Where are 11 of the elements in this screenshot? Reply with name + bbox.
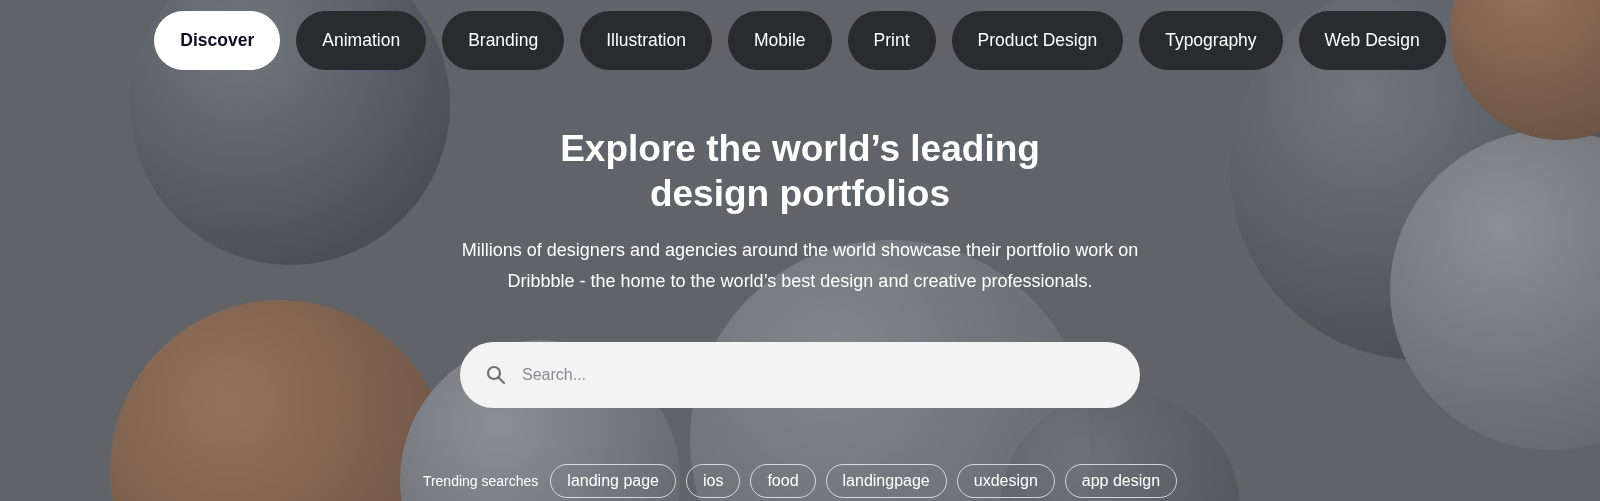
category-tab[interactable]: Illustration	[580, 11, 712, 70]
category-tab[interactable]: Discover	[154, 11, 281, 70]
category-tab[interactable]: Web Design	[1298, 11, 1446, 70]
category-tab[interactable]: Branding	[442, 11, 565, 70]
trending-label: Trending searches	[422, 473, 539, 489]
category-tab[interactable]: Typography	[1139, 11, 1283, 70]
hero-title: Explore the world’s leading design portfolios	[559, 127, 1041, 216]
search-field[interactable]: Search...	[460, 342, 1140, 408]
category-tab[interactable]: Product Design	[951, 11, 1124, 70]
hero-subtitle: Millions of designers and agencies around the world showcase their portfolio work on Dribbble - the home to the world’s best design and creative professionals.	[460, 239, 1140, 293]
category-tab[interactable]: Animation	[296, 11, 427, 70]
